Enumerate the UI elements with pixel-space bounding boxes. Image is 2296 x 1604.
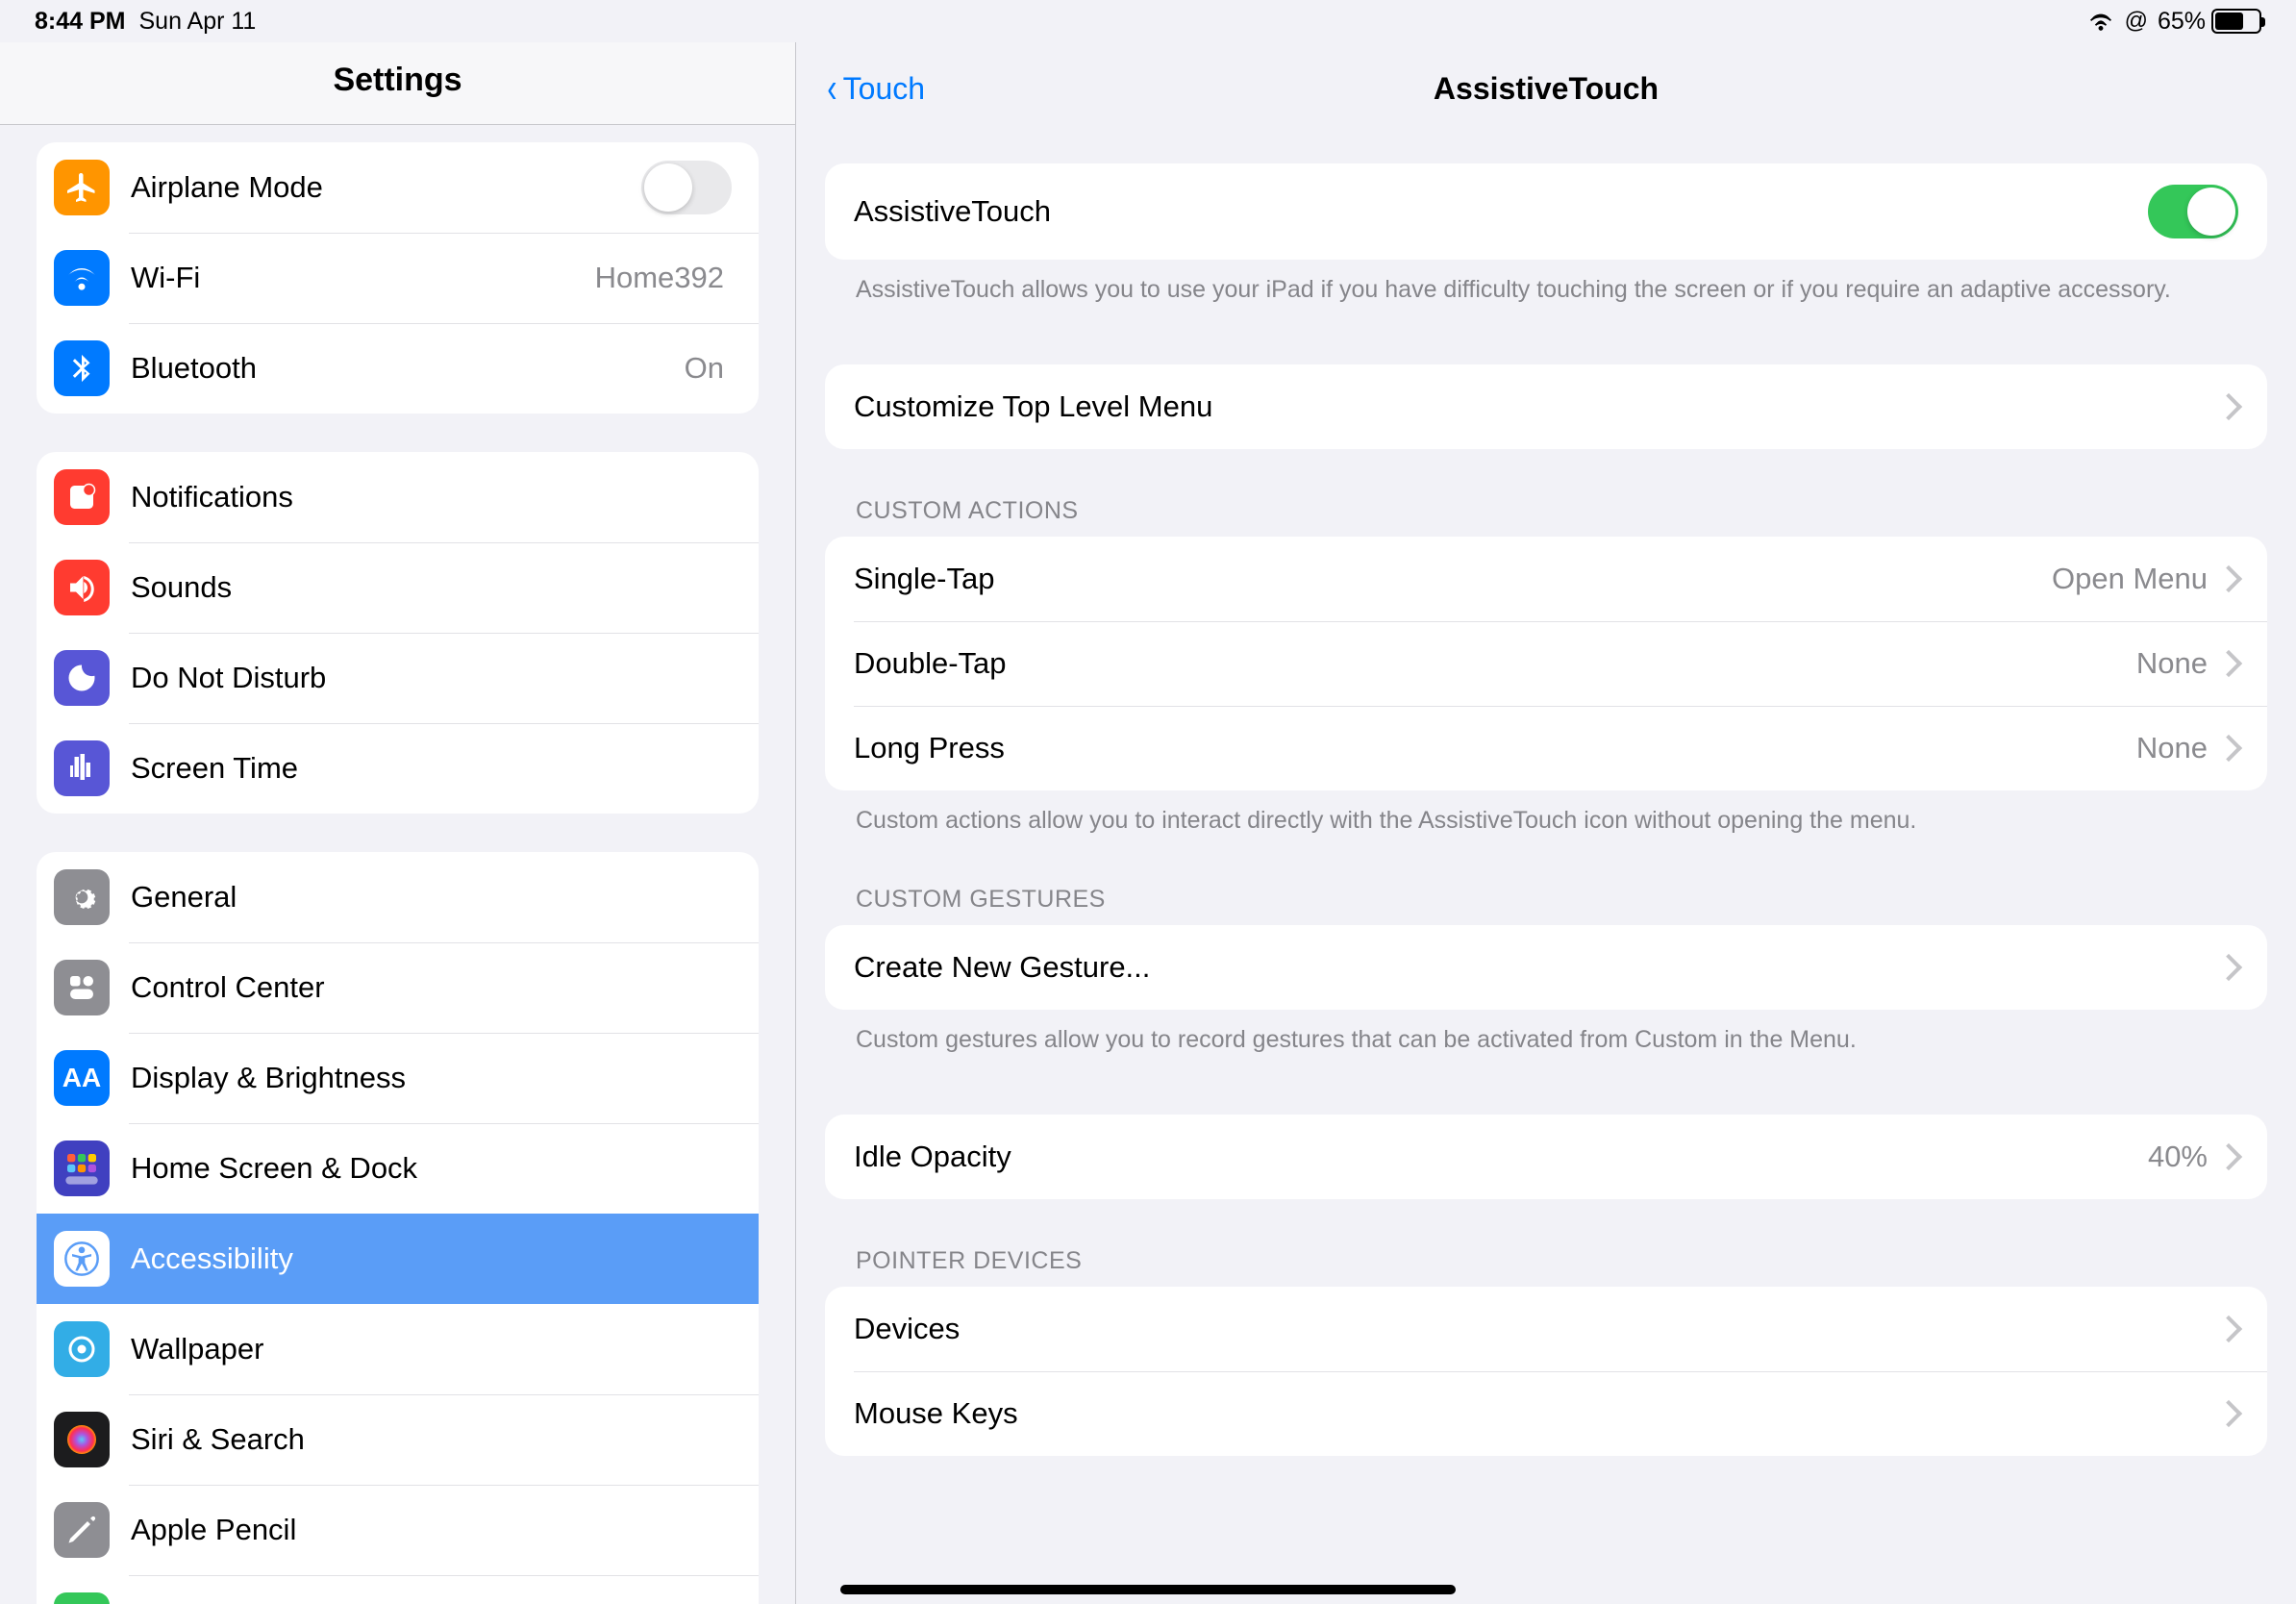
detail-row-idle-opacity[interactable]: Idle Opacity40% — [825, 1115, 2267, 1199]
sidebar-item-label: Control Center — [131, 970, 732, 1005]
sidebar-item-bluetooth[interactable]: BluetoothOn — [37, 323, 759, 414]
detail-row-label: Idle Opacity — [854, 1140, 2148, 1174]
sidebar-item-label: Bluetooth — [131, 351, 685, 386]
sidebar-item-label: Home Screen & Dock — [131, 1151, 732, 1186]
sidebar-item-label: Notifications — [131, 480, 732, 514]
status-bar: 8:44 PM Sun Apr 11 @ 65% — [0, 0, 2296, 42]
detail-row-label: Long Press — [854, 731, 2136, 765]
detail-row-value: Open Menu — [2052, 562, 2208, 596]
sidebar-item-label: Accessibility — [131, 1241, 732, 1276]
sidebar-item-label: Wi-Fi — [131, 261, 595, 295]
detail-row-value: None — [2136, 646, 2208, 681]
detail-row-devices[interactable]: Devices — [825, 1287, 2267, 1371]
chevron-right-icon — [2215, 1143, 2242, 1170]
chevron-right-icon — [2215, 954, 2242, 981]
sidebar-item-value: On — [685, 351, 724, 386]
battery-percent: 65% — [2158, 8, 2206, 36]
chevron-right-icon — [2215, 735, 2242, 762]
chevron-right-icon — [2215, 650, 2242, 677]
section-header: CUSTOM GESTURES — [825, 838, 2267, 925]
sidebar-item-label: Screen Time — [131, 751, 732, 786]
detail-title: AssistiveTouch — [796, 71, 2296, 107]
detail-pane: ‹ Touch AssistiveTouch AssistiveTouchAss… — [796, 42, 2296, 1604]
toggle-assistivetouch[interactable] — [2148, 185, 2238, 238]
sidebar-item-label: General — [131, 880, 732, 915]
detail-row-long-press[interactable]: Long PressNone — [825, 706, 2267, 790]
section-footer: AssistiveTouch allows you to use your iP… — [825, 260, 2267, 307]
sidebar-item-siri-search[interactable]: Siri & Search — [37, 1394, 759, 1485]
sidebar-item-label: Siri & Search — [131, 1422, 732, 1457]
sidebar-item-general[interactable]: General — [37, 852, 759, 942]
detail-row-label: Customize Top Level Menu — [854, 389, 2219, 424]
detail-row-create-new-gesture-[interactable]: Create New Gesture... — [825, 925, 2267, 1010]
detail-row-label: Devices — [854, 1312, 2219, 1346]
detail-row-customize-top-level-menu[interactable]: Customize Top Level Menu — [825, 364, 2267, 449]
sidebar-item-label: Airplane Mode — [131, 170, 641, 205]
detail-row-mouse-keys[interactable]: Mouse Keys — [825, 1371, 2267, 1456]
detail-row-label: Single-Tap — [854, 562, 2052, 596]
detail-row-assistivetouch[interactable]: AssistiveTouch — [825, 163, 2267, 260]
detail-row-single-tap[interactable]: Single-TapOpen Menu — [825, 537, 2267, 621]
detail-row-label: Create New Gesture... — [854, 950, 2219, 985]
sidebar-item-label: Apple Pencil — [131, 1513, 732, 1547]
sidebar-item-notifications[interactable]: Notifications — [37, 452, 759, 542]
section-footer: Custom actions allow you to interact dir… — [825, 790, 2267, 838]
sidebar-item-wi-fi[interactable]: Wi-FiHome392 — [37, 233, 759, 323]
sidebar-item-label: Sounds — [131, 570, 732, 605]
detail-row-value: None — [2136, 731, 2208, 765]
status-time: 8:44 PM — [35, 8, 125, 36]
sidebar-item-value: Home392 — [595, 261, 724, 295]
sidebar-item-sounds[interactable]: Sounds — [37, 542, 759, 633]
section-footer: Custom gestures allow you to record gest… — [825, 1010, 2267, 1057]
sidebar-item-label: Display & Brightness — [131, 1061, 732, 1095]
orientation-lock-icon: @ — [2125, 8, 2148, 35]
sidebar-item-apple-pencil[interactable]: Apple Pencil — [37, 1485, 759, 1575]
section-header: POINTER DEVICES — [825, 1199, 2267, 1287]
home-indicator[interactable] — [840, 1585, 1456, 1594]
status-date: Sun Apr 11 — [138, 8, 256, 36]
detail-row-label: Mouse Keys — [854, 1396, 2219, 1431]
detail-nav: ‹ Touch AssistiveTouch — [796, 42, 2296, 135]
sidebar-item-display-brightness[interactable]: AADisplay & Brightness — [37, 1033, 759, 1123]
sidebar-item-label: Do Not Disturb — [131, 661, 732, 695]
wifi-icon — [2086, 11, 2115, 32]
chevron-right-icon — [2215, 565, 2242, 592]
section-header: CUSTOM ACTIONS — [825, 449, 2267, 537]
sidebar-scroll[interactable]: Airplane ModeWi-FiHome392BluetoothOnNoti… — [0, 125, 795, 1604]
toggle-airplane-mode[interactable] — [641, 161, 732, 214]
sidebar-item-wallpaper[interactable]: Wallpaper — [37, 1304, 759, 1394]
sidebar: Settings Airplane ModeWi-FiHome392Blueto… — [0, 42, 796, 1604]
sidebar-item-control-center[interactable]: Control Center — [37, 942, 759, 1033]
sidebar-item-home-screen-dock[interactable]: Home Screen & Dock — [37, 1123, 759, 1214]
sidebar-item-airplane-mode[interactable]: Airplane Mode — [37, 142, 759, 233]
sidebar-item-accessibility[interactable]: Accessibility — [37, 1214, 759, 1304]
chevron-right-icon — [2215, 393, 2242, 420]
detail-row-value: 40% — [2148, 1140, 2208, 1174]
detail-row-label: AssistiveTouch — [854, 194, 2148, 229]
sidebar-item-screen-time[interactable]: Screen Time — [37, 723, 759, 814]
chevron-right-icon — [2215, 1400, 2242, 1427]
sidebar-title: Settings — [0, 42, 795, 125]
detail-scroll[interactable]: AssistiveTouch AssistiveTouch allows you … — [796, 135, 2296, 1604]
battery-icon — [2211, 9, 2261, 34]
sidebar-item-face-id-passcode[interactable]: Face ID & Passcode — [37, 1575, 759, 1604]
chevron-right-icon — [2215, 1316, 2242, 1342]
detail-row-label: Double-Tap — [854, 646, 2136, 681]
detail-row-double-tap[interactable]: Double-TapNone — [825, 621, 2267, 706]
sidebar-item-label: Wallpaper — [131, 1332, 732, 1366]
sidebar-item-do-not-disturb[interactable]: Do Not Disturb — [37, 633, 759, 723]
